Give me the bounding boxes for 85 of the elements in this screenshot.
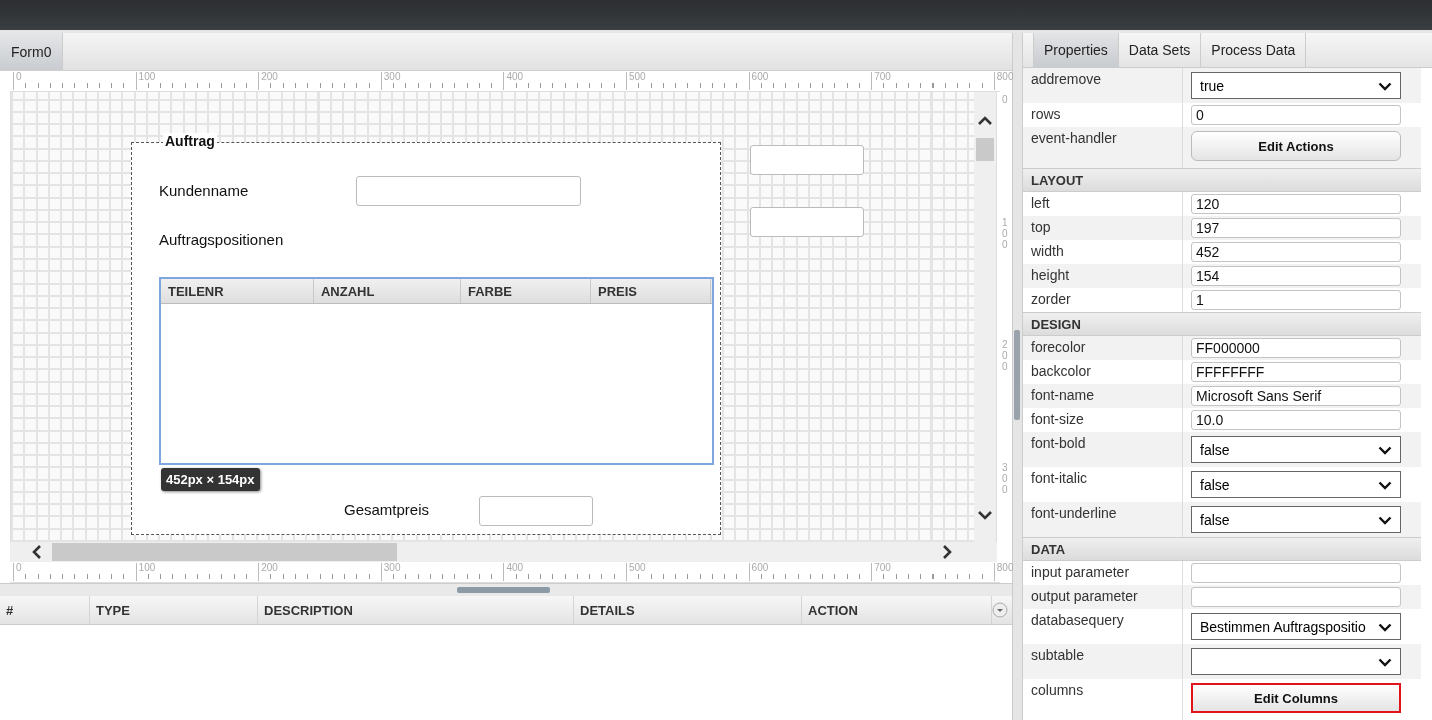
group-title: Auftrag	[163, 133, 217, 150]
property-field[interactable]: Microsoft Sans Serif	[1191, 386, 1401, 406]
property-field[interactable]: 120	[1191, 194, 1401, 214]
chevron-down-icon	[1378, 480, 1392, 490]
ruler-label: 600	[748, 72, 769, 90]
ruler-label: 0	[13, 72, 22, 90]
section-header: DESIGN	[1023, 312, 1421, 336]
scroll-thumb[interactable]	[976, 138, 995, 161]
left-chevron-icon[interactable]	[32, 544, 42, 560]
ruler-label: 300	[1002, 461, 1008, 495]
property-field[interactable]: 154	[1191, 266, 1401, 286]
ruler-label: 100	[1002, 216, 1008, 250]
property-dropdown[interactable]: true	[1191, 72, 1401, 99]
ruler-label: 200	[258, 72, 278, 90]
ruler-label: 100	[135, 563, 156, 581]
property-field[interactable]: FF000000	[1191, 338, 1401, 358]
property-dropdown[interactable]	[1191, 648, 1401, 675]
dropdown-icon[interactable]	[992, 602, 1008, 618]
ruler-label: 400	[503, 72, 524, 90]
scroll-thumb[interactable]	[52, 543, 397, 561]
property-field[interactable]	[1191, 587, 1401, 607]
property-field[interactable]: 197	[1191, 218, 1401, 238]
text-field[interactable]	[750, 207, 864, 237]
down-chevron-icon[interactable]	[977, 510, 994, 520]
panel-tab[interactable]: Process Data	[1201, 33, 1307, 67]
chevron-down-icon	[1378, 622, 1392, 632]
property-button[interactable]: Edit Columns	[1191, 683, 1401, 713]
size-tooltip: 452px × 154px	[161, 468, 260, 491]
ruler-label: 500	[626, 563, 646, 581]
ruler-label: 300	[380, 563, 401, 581]
property-button[interactable]: Edit Actions	[1191, 131, 1401, 161]
right-chevron-icon[interactable]	[942, 544, 952, 560]
section-header: DATA	[1023, 537, 1421, 561]
ruler-label: 500	[626, 72, 646, 90]
ruler-label: 400	[503, 563, 524, 581]
text-field[interactable]	[356, 176, 581, 206]
property-dropdown[interactable]: false	[1191, 436, 1401, 463]
property-field[interactable]: 1	[1191, 290, 1401, 310]
ruler-label: 0	[1002, 94, 1008, 105]
property-dropdown[interactable]: false	[1191, 471, 1401, 498]
panel-tab[interactable]: Properties	[1033, 33, 1119, 67]
vertical-scrollbar[interactable]	[974, 92, 997, 542]
chevron-down-icon	[1378, 515, 1392, 525]
column-header: FARBE	[461, 279, 591, 303]
splitter[interactable]	[1013, 33, 1023, 720]
property-field[interactable]	[1191, 563, 1401, 583]
horizontal-scrollbar[interactable]	[10, 542, 997, 562]
column-header: ACTION	[802, 596, 992, 624]
property-label: columns	[1023, 679, 1183, 720]
property-field[interactable]: 10.0	[1191, 410, 1401, 430]
splitter[interactable]	[0, 583, 1012, 596]
property-field[interactable]: FFFFFFFF	[1191, 362, 1401, 382]
column-header: DETAILS	[574, 596, 802, 624]
ruler-label: 600	[748, 563, 769, 581]
ruler-label: 700	[871, 72, 891, 90]
column-header: PREIS	[591, 279, 711, 303]
column-header: ANZAHL	[314, 279, 461, 303]
form-canvas[interactable]: Auftrag Kundenname Auftragspositionen TEILENR ANZAHL FARBE PREIS 452px × 154px Gesamtpreis	[11, 92, 975, 542]
form-label: Auftragspositionen	[159, 231, 284, 248]
property-field[interactable]: 452	[1191, 242, 1401, 262]
section-header: LAYOUT	[1023, 168, 1421, 192]
chevron-down-icon	[1378, 445, 1392, 455]
up-chevron-icon[interactable]	[977, 116, 994, 126]
ruler-label: 200	[1002, 339, 1008, 373]
ruler-label: 100	[135, 72, 156, 90]
ruler-label: 0	[13, 563, 22, 581]
form-label: Gesamtpreis	[344, 501, 429, 518]
property-dropdown[interactable]: false	[1191, 506, 1401, 533]
chevron-down-icon	[1378, 657, 1392, 667]
text-field[interactable]	[479, 496, 593, 526]
column-header: #	[0, 596, 90, 624]
form-label: Kundenname	[159, 182, 249, 199]
text-field[interactable]	[750, 145, 864, 175]
column-header: TYPE	[90, 596, 258, 624]
data-grid[interactable]: TEILENR ANZAHL FARBE PREIS	[159, 277, 714, 465]
column-header: DESCRIPTION	[258, 596, 574, 624]
property-dropdown[interactable]: Bestimmen Auftragspositio	[1191, 613, 1401, 640]
ruler-label: 200	[258, 563, 278, 581]
form-tab[interactable]: Form0	[0, 33, 64, 70]
ruler-label: 700	[871, 563, 891, 581]
column-header: TEILENR	[161, 279, 314, 303]
chevron-down-icon	[1378, 81, 1392, 91]
panel-tab[interactable]: Data Sets	[1118, 33, 1202, 67]
ruler-label: 300	[380, 72, 401, 90]
property-field[interactable]: 0	[1191, 105, 1401, 125]
